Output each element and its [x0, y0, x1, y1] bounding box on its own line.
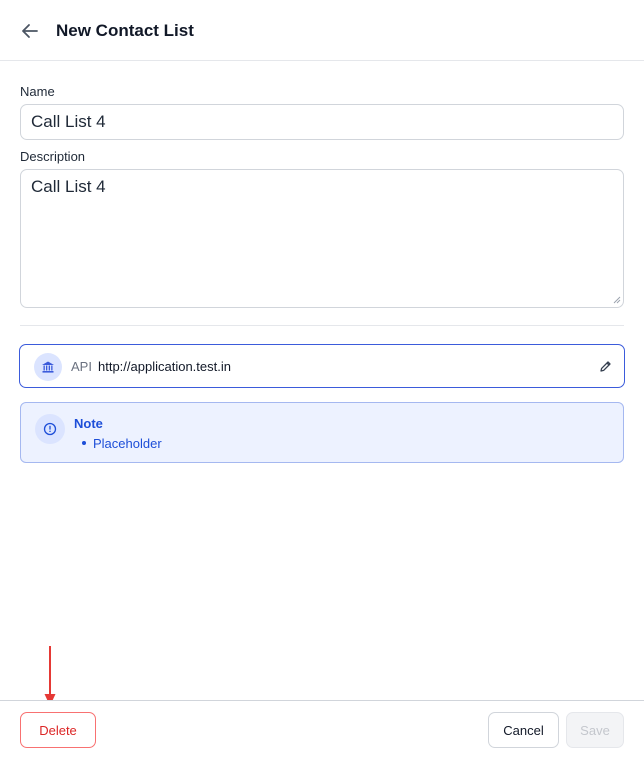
page-header: New Contact List — [0, 0, 644, 61]
api-card[interactable]: API http://application.test.in — [19, 344, 625, 388]
api-icon-badge — [34, 353, 62, 381]
bullet-icon — [82, 441, 86, 445]
delete-button[interactable]: Delete — [20, 712, 96, 748]
api-url: http://application.test.in — [98, 359, 231, 374]
name-input[interactable] — [20, 104, 624, 140]
description-textarea[interactable]: Call List 4 — [20, 169, 624, 308]
footer-bar: Delete Cancel Save — [0, 700, 644, 758]
name-label: Name — [20, 84, 55, 99]
note-card: Note Placeholder — [20, 402, 624, 463]
info-icon — [43, 422, 57, 436]
section-divider — [20, 325, 624, 326]
page-title: New Contact List — [56, 21, 194, 40]
api-label: API — [71, 359, 92, 374]
new-contact-list-page: New Contact List Name Description Call L… — [0, 0, 644, 758]
pencil-icon — [599, 360, 611, 372]
description-label: Description — [20, 149, 86, 164]
bank-icon — [42, 361, 54, 373]
cancel-button[interactable]: Cancel — [488, 712, 559, 748]
back-button[interactable] — [18, 19, 42, 43]
edit-api-button[interactable] — [597, 358, 613, 374]
note-title: Note — [74, 416, 103, 431]
note-icon-badge — [35, 414, 65, 444]
arrow-down-icon — [44, 646, 56, 706]
save-button[interactable]: Save — [566, 712, 624, 748]
note-item: Placeholder — [93, 436, 162, 451]
resize-handle-icon[interactable] — [612, 295, 621, 304]
arrow-left-icon — [22, 24, 38, 38]
